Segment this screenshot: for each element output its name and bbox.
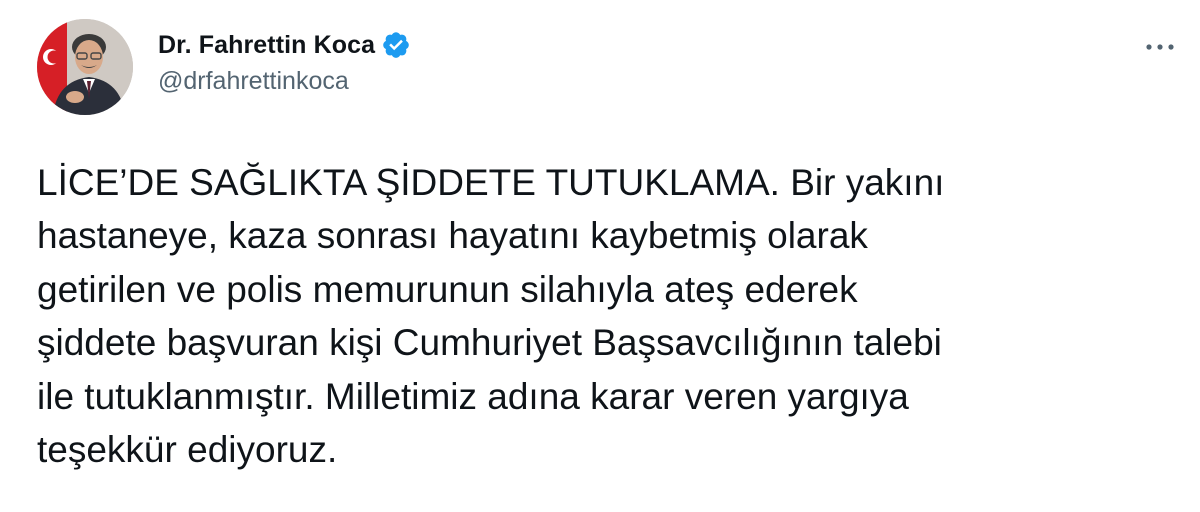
author-info: Dr. Fahrettin Koca @drfahrettinkoca <box>158 27 411 96</box>
name-row: Dr. Fahrettin Koca <box>158 27 411 63</box>
more-options-button[interactable] <box>1140 32 1180 62</box>
tweet-card: Dr. Fahrettin Koca @drfahrettinkoca LİCE… <box>0 0 1200 512</box>
avatar-photo <box>37 19 133 115</box>
author-handle[interactable]: @drfahrettinkoca <box>158 67 411 96</box>
tweet-text: LİCE’DE SAĞLIKTA ŞİDDETE TUTUKLAMA. Bir … <box>37 162 945 471</box>
more-options-icon <box>1146 44 1174 50</box>
author-avatar[interactable] <box>37 19 133 115</box>
verified-badge-icon <box>381 30 411 60</box>
author-display-name[interactable]: Dr. Fahrettin Koca <box>158 31 375 60</box>
